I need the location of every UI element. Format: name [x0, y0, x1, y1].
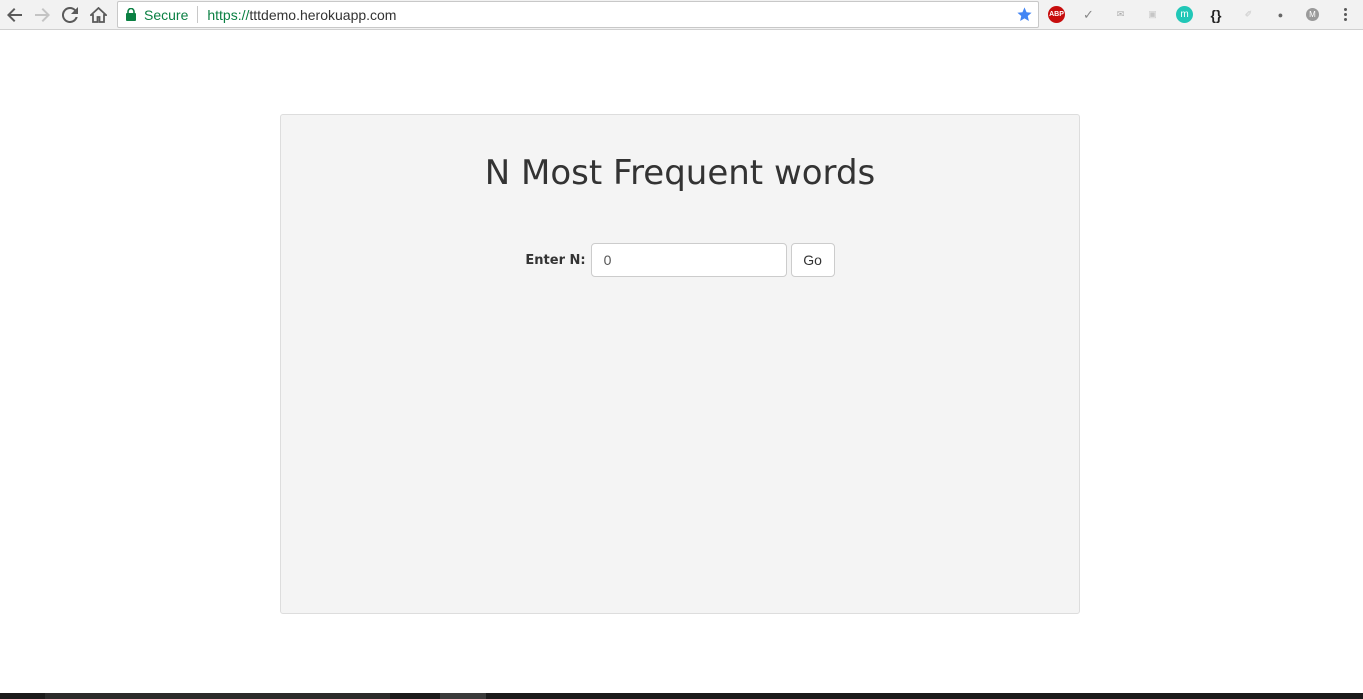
page-title: N Most Frequent words — [484, 153, 876, 193]
url-text[interactable]: https://tttdemo.herokuapp.com — [207, 7, 396, 23]
taskbar-item[interactable] — [440, 693, 486, 699]
m-icon[interactable]: m — [1176, 6, 1193, 23]
address-bar[interactable]: Secure https://tttdemo.herokuapp.com — [117, 1, 1039, 28]
main-panel: N Most Frequent words Enter N: Go — [280, 114, 1080, 614]
back-button[interactable] — [3, 3, 27, 27]
browser-menu-icon[interactable] — [1341, 6, 1349, 23]
n-form: Enter N: Go — [281, 243, 1079, 277]
go-button[interactable]: Go — [790, 243, 835, 277]
check-icon[interactable]: ✓ — [1080, 6, 1097, 23]
m-gray-icon[interactable]: M — [1306, 8, 1319, 21]
home-button[interactable] — [86, 3, 110, 27]
omnibox-divider — [197, 6, 199, 23]
braces-icon[interactable]: {} — [1205, 6, 1227, 23]
lock-icon — [126, 8, 136, 21]
security-label: Secure — [144, 6, 189, 23]
reload-icon — [62, 7, 78, 23]
n-input[interactable] — [590, 243, 787, 277]
taskbar-item[interactable] — [45, 693, 390, 699]
url-scheme: https:// — [207, 6, 250, 23]
url-host: tttdemo.herokuapp.com — [249, 6, 397, 23]
taskbar-strip — [0, 693, 1363, 699]
drops-icon[interactable]: ● — [1272, 6, 1289, 23]
adblock-plus-icon[interactable]: ABP — [1048, 6, 1065, 23]
tray-icon[interactable]: ✉ — [1112, 6, 1129, 23]
forward-arrow-icon — [35, 8, 50, 22]
pdf-icon[interactable]: ✐ — [1240, 6, 1257, 23]
forward-button[interactable] — [30, 3, 54, 27]
chat-icon[interactable]: ▣ — [1144, 6, 1161, 23]
bookmark-star-icon[interactable] — [1016, 6, 1033, 23]
home-icon — [89, 7, 107, 23]
enter-n-label: Enter N: — [525, 252, 586, 268]
reload-button[interactable] — [58, 3, 82, 27]
browser-toolbar: Secure https://tttdemo.herokuapp.com ABP… — [0, 0, 1363, 30]
back-arrow-icon — [7, 8, 22, 22]
